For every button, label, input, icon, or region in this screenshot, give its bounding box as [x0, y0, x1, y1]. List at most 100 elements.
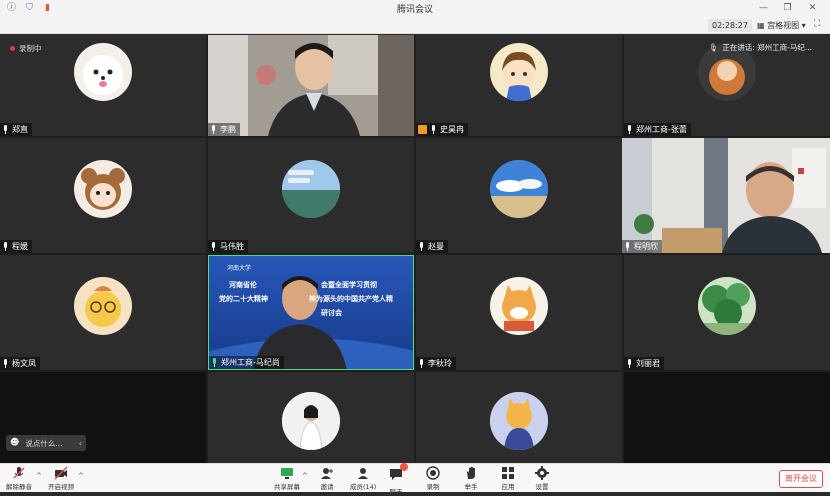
share-screen-button[interactable]: 共享屏幕	[274, 466, 300, 491]
participant-tile[interactable]: 李鹏	[208, 35, 414, 136]
bottom-toolbar: 解除静音 ^ 开启视频 ^ 共享屏幕 ^ 邀请 成员(14) 聊天 录制 举手 …	[0, 463, 830, 496]
slide-line1: 河南省伦	[229, 281, 257, 289]
name-bar: 杨文凤	[0, 357, 40, 370]
fullscreen-icon[interactable]: ⛶	[814, 19, 820, 29]
speaking-indicator: 🎙 正在讲话: 郑州工商-马纪...	[709, 42, 812, 53]
chevron-left-icon[interactable]: ‹	[79, 439, 82, 448]
apps-icon	[502, 467, 514, 479]
participant-tile[interactable]	[208, 372, 414, 463]
participant-tile[interactable]: 李秋玲	[416, 255, 622, 370]
settings-label: 设置	[535, 483, 549, 491]
emoji-icon[interactable]: ☻	[10, 438, 19, 448]
participant-tile[interactable]: 郑直 录制中	[0, 35, 206, 136]
share-label: 共享屏幕	[274, 483, 300, 491]
mic-muted-icon	[13, 467, 25, 479]
start-video-button[interactable]: 开启视频	[48, 466, 74, 491]
close-icon[interactable]: ✕	[806, 2, 819, 15]
mic-icon	[420, 359, 423, 368]
raise-hand-button[interactable]: 举手	[464, 466, 478, 491]
participant-name: 马伟胜	[220, 242, 244, 251]
participant-tile[interactable]: 赵曼	[416, 138, 622, 253]
name-bar: 程明欣	[622, 240, 662, 253]
slide-line3: 研讨会	[321, 309, 342, 317]
avatar	[74, 277, 132, 335]
avatar	[490, 392, 548, 450]
record-button[interactable]: 录制	[426, 466, 440, 491]
slide-line2: 党的二十大精神	[219, 295, 268, 303]
mic-options-chevron-icon[interactable]: ^	[36, 472, 42, 480]
participant-tile[interactable]: 马伟胜	[208, 138, 414, 253]
avatar	[282, 392, 340, 450]
name-bar: 郑州工商-张蕾	[624, 123, 691, 136]
mic-icon	[626, 242, 629, 251]
participant-tile[interactable]: 史昊冉	[416, 35, 622, 136]
chat-placeholder: 说点什么...	[25, 438, 63, 448]
chevron-down-icon: ▾	[801, 21, 806, 30]
participant-tile[interactable]: 刘丽君	[624, 255, 830, 370]
avatar	[490, 160, 548, 218]
share-options-chevron-icon[interactable]: ^	[302, 472, 308, 480]
active-speaker-tile[interactable]: 河南大学 河南省伦 会暨全面学习贯彻 党的二十大精神 神为源头的中国共产党人精 …	[208, 255, 414, 370]
minimize-icon[interactable]: —	[757, 2, 770, 15]
avatar	[698, 277, 756, 335]
chat-label: 聊天	[389, 488, 403, 496]
participant-name: 杨文凤	[12, 359, 36, 368]
speaking-label: 正在讲话: 郑州工商-马纪...	[722, 43, 812, 52]
video-label: 开启视频	[48, 483, 74, 491]
participant-tile[interactable]: 程明欣	[622, 138, 830, 253]
title-bar: ⓘ ⛉ ▮ 腾讯会议 — ❐ ✕	[0, 0, 830, 17]
camera-off-icon	[54, 466, 68, 480]
mic-icon	[4, 125, 7, 134]
name-bar: 郑直	[0, 123, 32, 136]
window-title: 腾讯会议	[396, 5, 433, 15]
mic-icon	[432, 125, 435, 134]
video-feed	[209, 256, 413, 369]
slide-line2b: 神为源头的中国共产党人精	[309, 295, 393, 303]
speaker-icon: 🎙	[708, 43, 719, 52]
settings-button[interactable]: 设置	[535, 466, 549, 491]
slide-line1b: 会暨全面学习贯彻	[321, 281, 377, 289]
participant-name: 郑直	[12, 125, 28, 134]
avatar	[74, 43, 132, 101]
meeting-timer: 02:28:27	[708, 19, 752, 32]
members-icon	[358, 468, 369, 479]
apps-button[interactable]: 应用	[501, 466, 515, 491]
recording-dot-icon	[10, 46, 15, 51]
participant-tile[interactable]: 🎙 正在讲话: 郑州工商-马纪... 郑州工商-张蕾	[624, 35, 830, 136]
participant-tile[interactable]	[416, 372, 622, 463]
video-feed	[208, 35, 414, 136]
participant-name: 程明欣	[634, 242, 658, 251]
unmute-label: 解除静音	[6, 483, 32, 491]
mic-icon	[212, 242, 215, 251]
unread-badge	[400, 463, 408, 471]
video-grid: 郑直 录制中 李鹏 史昊冉 🎙 正在讲话: 郑州工商-马纪... 郑州工商-张蕾…	[0, 35, 830, 463]
leave-meeting-button[interactable]: 离开会议	[779, 470, 823, 488]
record-label: 录制	[426, 483, 440, 491]
participant-name: 郑州工商-马纪尚	[221, 358, 280, 367]
grid-icon: ▦	[757, 21, 765, 30]
grid-view-label: 宫格视图	[767, 21, 800, 30]
participant-tile[interactable]: 杨文凤	[0, 255, 206, 370]
members-button[interactable]: 成员(14)	[350, 466, 376, 491]
raise-hand-label: 举手	[464, 483, 478, 491]
avatar	[74, 160, 132, 218]
participant-name: 史昊冉	[440, 125, 464, 134]
participant-tile[interactable]: 程媛	[0, 138, 206, 253]
name-bar: 刘丽君	[624, 357, 664, 370]
chat-quick-input[interactable]: ☻ 说点什么... ‹	[6, 435, 86, 451]
recording-indicator: 录制中	[10, 43, 42, 54]
unmute-button[interactable]: 解除静音	[6, 466, 32, 491]
apps-label: 应用	[501, 483, 515, 491]
participant-name: 郑州工商-张蕾	[636, 125, 687, 134]
name-bar: 程媛	[0, 240, 32, 253]
video-options-chevron-icon[interactable]: ^	[78, 472, 84, 480]
restore-icon[interactable]: ❐	[781, 2, 794, 15]
grid-view-button[interactable]: ▦ 宫格视图 ▾	[754, 19, 809, 32]
hand-icon	[467, 466, 475, 479]
mic-icon	[4, 242, 7, 251]
name-bar: 史昊冉	[416, 123, 468, 136]
mic-icon	[212, 125, 215, 134]
invite-button[interactable]: 邀请	[320, 466, 334, 491]
mic-icon	[628, 125, 631, 134]
participant-name: 程媛	[12, 242, 28, 251]
